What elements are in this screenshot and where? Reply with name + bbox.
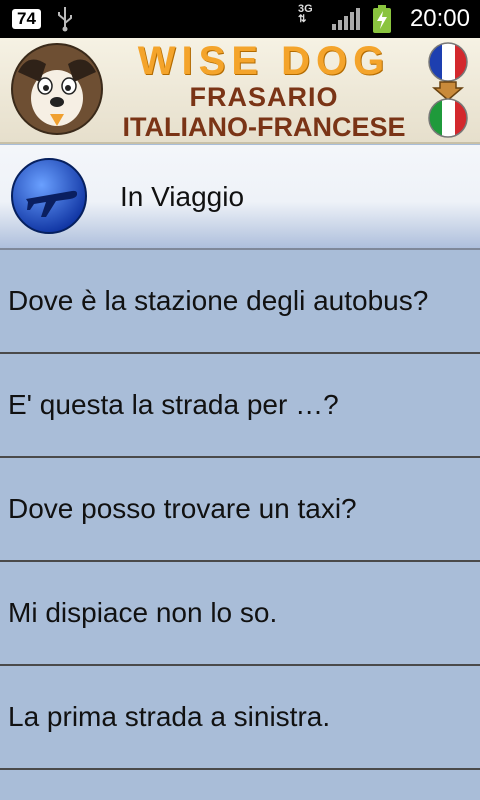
category-header[interactable]: In Viaggio	[0, 145, 480, 250]
phrase-text: Mi dispiace non lo so.	[8, 597, 278, 628]
phrase-text: Dove è la stazione degli autobus?	[8, 285, 429, 316]
list-item[interactable]: Mi dispiace non lo so.	[0, 562, 480, 666]
list-item[interactable]: Dove è la stazione degli autobus?	[0, 250, 480, 354]
arrow-down-icon	[431, 81, 465, 101]
status-bar: 74 3G ⇅ 20:00	[0, 0, 480, 38]
usb-icon	[58, 7, 72, 32]
airplane-icon	[11, 158, 87, 234]
language-flags[interactable]	[426, 42, 470, 138]
phrase-text: E' questa la strada per …?	[8, 389, 339, 420]
list-item[interactable]: La prima strada a sinistra.	[0, 666, 480, 770]
app-subtitle: ITALIANO-FRANCESE	[122, 112, 406, 142]
signal-icon	[332, 8, 360, 30]
category-label: In Viaggio	[120, 181, 245, 212]
network-type: 3G ⇅	[298, 3, 313, 25]
phrase-text: La prima strada a sinistra.	[8, 701, 331, 732]
app-title: FRASARIO	[189, 82, 339, 112]
notification-count-badge: 74	[12, 9, 41, 29]
phrase-list: Dove è la stazione degli autobus? E' que…	[0, 250, 480, 770]
battery-charging-icon	[373, 5, 391, 33]
list-item[interactable]: Dove posso trovare un taxi?	[0, 458, 480, 562]
brand-block: WISE DOG FRASARIO ITALIANO-FRANCESE	[108, 40, 420, 142]
dog-logo	[11, 43, 103, 135]
list-item[interactable]: E' questa la strada per …?	[0, 354, 480, 458]
clock: 20:00	[409, 5, 470, 32]
app-banner: WISE DOG FRASARIO ITALIANO-FRANCESE	[0, 38, 480, 144]
phrase-text: Dove posso trovare un taxi?	[8, 493, 357, 524]
brand-name: WISE DOG	[137, 39, 391, 83]
